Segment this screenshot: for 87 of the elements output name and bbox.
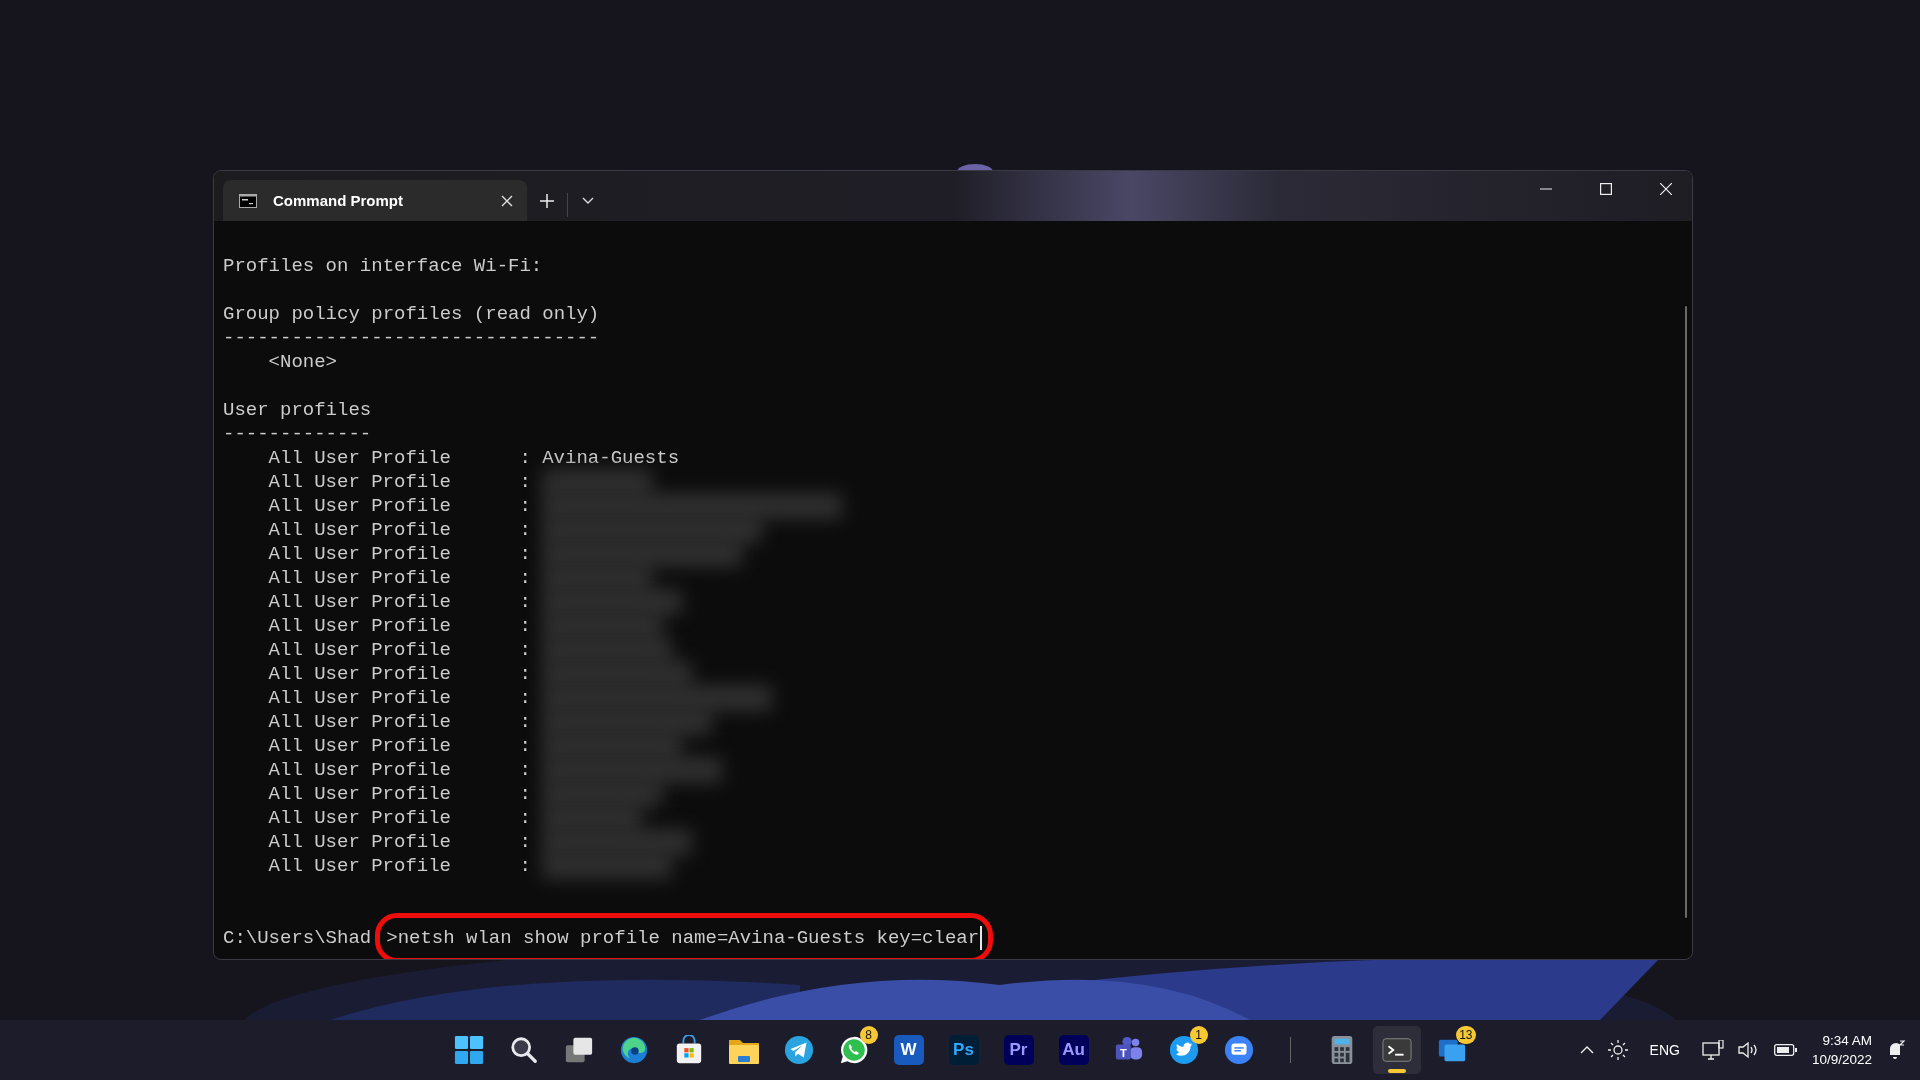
windows-logo-icon	[453, 1035, 484, 1065]
edge-icon	[618, 1035, 649, 1065]
separator-colon: :	[519, 734, 531, 758]
task-view-icon	[563, 1035, 594, 1065]
profile-name: Avina-Guests	[542, 446, 680, 470]
separator-colon: :	[519, 566, 531, 590]
notification-badge: 13	[1456, 1026, 1476, 1044]
separator-colon: :	[519, 446, 531, 470]
taskbar-app[interactable]: 13	[1427, 1026, 1476, 1074]
profile-label: All User Profile	[268, 710, 453, 734]
prompt-path: C:\Users\Shad	[223, 926, 372, 950]
profile-label: All User Profile	[268, 446, 453, 470]
chat-bubble-icon	[1223, 1035, 1254, 1065]
separator-colon: :	[519, 518, 531, 542]
profile-label: All User Profile	[268, 830, 453, 854]
taskbar-app[interactable]: W	[884, 1026, 933, 1074]
time-text: 9:34 AM	[1822, 1032, 1872, 1050]
premiere-icon: Pr	[1003, 1035, 1034, 1065]
taskbar-app[interactable]: Au	[1049, 1026, 1098, 1074]
profile-label: All User Profile	[268, 854, 453, 878]
notification-badge: 1	[1189, 1026, 1208, 1044]
profile-label: All User Profile	[268, 662, 453, 686]
command-text: >netsh wlan show profile name=Avina-Guests key=clear	[375, 913, 994, 959]
output-text: ---------------------------------	[223, 326, 600, 350]
separator-colon: :	[519, 638, 531, 662]
profile-label: All User Profile	[268, 566, 453, 590]
sun-icon[interactable]	[1607, 1040, 1628, 1060]
separator-colon: :	[519, 782, 531, 806]
scrollbar[interactable]	[1685, 306, 1687, 918]
profile-label: All User Profile	[268, 782, 453, 806]
profile-label: All User Profile	[268, 542, 453, 566]
profile-label: All User Profile	[268, 590, 453, 614]
taskbar-app[interactable]: 1	[1159, 1026, 1208, 1074]
word-icon: W	[893, 1035, 924, 1065]
profile-label: All User Profile	[268, 758, 453, 782]
output-text: -------------	[223, 422, 372, 446]
output-text: <None>	[268, 350, 337, 374]
profile-label: All User Profile	[268, 638, 453, 662]
window-tab[interactable]: Command Prompt	[223, 180, 527, 221]
chevron-up-icon[interactable]	[1579, 1046, 1594, 1054]
close-icon[interactable]	[501, 194, 513, 207]
monitor-icon[interactable]	[1701, 1040, 1724, 1060]
profile-label: All User Profile	[268, 494, 453, 518]
separator-colon: :	[519, 686, 531, 710]
output-text: User profiles	[223, 398, 372, 422]
profile-label: All User Profile	[268, 806, 453, 830]
taskbar-app[interactable]: 8	[829, 1026, 878, 1074]
text-cursor	[980, 926, 983, 950]
maximize-icon[interactable]	[1600, 183, 1612, 195]
audition-icon: Au	[1058, 1035, 1089, 1065]
taskbar-app[interactable]: T	[1104, 1026, 1153, 1074]
separator-colon: :	[519, 590, 531, 614]
clock[interactable]: 9:34 AM 10/9/2022	[1811, 1031, 1872, 1069]
photoshop-icon: Ps	[948, 1035, 979, 1065]
language-indicator[interactable]: ENG	[1649, 1042, 1680, 1058]
separator-colon: :	[519, 830, 531, 854]
close-icon[interactable]	[1660, 183, 1672, 195]
separator-colon: :	[519, 662, 531, 686]
notification-badge: 8	[859, 1026, 878, 1044]
taskbar-app[interactable]: Pr	[994, 1026, 1043, 1074]
separator-colon: :	[519, 494, 531, 518]
profile-label: All User Profile	[268, 734, 453, 758]
separator-colon: :	[519, 758, 531, 782]
separator-colon: :	[519, 710, 531, 734]
console-icon	[239, 193, 257, 208]
chevron-down-icon[interactable]	[582, 196, 594, 205]
separator-colon: :	[519, 542, 531, 566]
profile-label: All User Profile	[268, 686, 453, 710]
search-icon	[508, 1035, 539, 1065]
date-text: 10/9/2022	[1811, 1051, 1872, 1069]
output-text: Group policy profiles (read only)	[223, 302, 600, 326]
paper-plane-icon	[783, 1035, 814, 1065]
separator-colon: :	[519, 806, 531, 830]
separator-colon: :	[519, 854, 531, 878]
separator-colon: :	[519, 470, 531, 494]
profile-label: All User Profile	[268, 470, 453, 494]
taskbar-app[interactable]: Ps	[939, 1026, 988, 1074]
speaker-icon[interactable]	[1737, 1041, 1760, 1059]
profile-label: All User Profile	[268, 518, 453, 542]
active-indicator	[1387, 1069, 1406, 1073]
taskbar-app[interactable]	[1372, 1026, 1421, 1074]
separator-colon: :	[519, 614, 531, 638]
output-text: Profiles on interface Wi-Fi:	[223, 254, 543, 278]
terminal-icon	[1381, 1035, 1412, 1065]
profile-label: All User Profile	[268, 614, 453, 638]
plus-icon[interactable]	[540, 193, 554, 208]
battery-icon[interactable]	[1773, 1043, 1798, 1057]
